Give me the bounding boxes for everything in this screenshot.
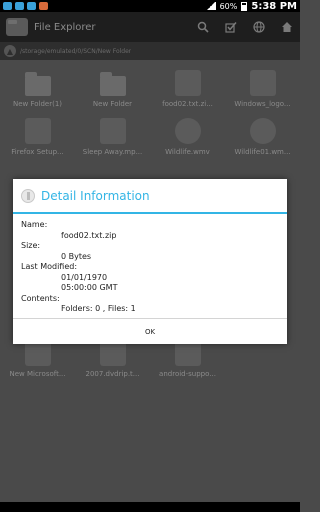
grid-item[interactable]: Wildlife01.wm...: [225, 118, 300, 156]
battery-percent: 60%: [219, 1, 238, 11]
battery-icon: [241, 1, 248, 11]
video-file-icon: [174, 118, 201, 144]
search-icon[interactable]: [196, 20, 210, 34]
navigation-bar: [0, 502, 300, 512]
grid-item-label: Firefox Setup...: [11, 148, 64, 156]
status-bar: 60% 5:38 PM: [0, 0, 300, 12]
folder-icon: [24, 72, 51, 96]
grid-item[interactable]: Sleep Away.mp...: [75, 118, 150, 156]
up-arrow-icon[interactable]: ▲: [4, 45, 16, 57]
grid-item[interactable]: New Folder(1): [0, 70, 75, 108]
signal-icon: [205, 2, 216, 10]
notification-icon: [15, 2, 24, 10]
current-path: /storage/emulated/0/SCN/New Folder: [20, 47, 132, 55]
grid-item[interactable]: New Microsoft...: [0, 340, 75, 378]
music-file-icon: [99, 118, 126, 144]
info-icon: [21, 188, 35, 203]
file-explorer-logo-icon: [6, 18, 28, 36]
size-label: Size:: [21, 241, 41, 250]
dialog-body: Name: food02.txt.zip Size: 0 Bytes Last …: [13, 214, 287, 315]
video-file-icon: [249, 118, 276, 144]
grid-item-label: Wildlife01.wm...: [234, 148, 291, 156]
grid-item-label: food02.txt.zi...: [162, 100, 213, 108]
select-checkbox-icon[interactable]: [224, 20, 238, 34]
name-label: Name:: [21, 220, 48, 229]
contents-label: Contents:: [21, 293, 60, 303]
globe-icon[interactable]: [252, 20, 266, 34]
grid-item-label: Wildlife.wmv: [165, 148, 210, 156]
grid-item-label: Sleep Away.mp...: [82, 148, 143, 156]
grid-item-label: 2007.dvdrip.t...: [85, 370, 140, 378]
name-value: food02.txt.zip: [61, 230, 117, 240]
notification-icon: [3, 2, 12, 10]
installer-file-icon: [24, 118, 51, 144]
grid-item[interactable]: Firefox Setup...: [0, 118, 75, 156]
grid-item[interactable]: Wildlife.wmv: [150, 118, 225, 156]
dialog-footer: OK: [13, 318, 287, 344]
grid-item[interactable]: New Folder: [75, 70, 150, 108]
dialog-header: Detail Information: [13, 179, 287, 214]
last-modified-time: 05:00:00 GMT: [61, 283, 118, 292]
image-file-icon: [249, 70, 276, 96]
folder-icon: [99, 72, 126, 96]
app-title: File Explorer: [34, 21, 96, 33]
zip-file-icon: [174, 70, 201, 96]
dialog-title: Detail Information: [41, 188, 150, 203]
grid-item[interactable]: 2007.dvdrip.t...: [75, 340, 150, 378]
grid-item[interactable]: android-suppo...: [150, 340, 225, 378]
contents-value: Folders: 0 , Files: 1: [61, 304, 136, 313]
last-modified-date: 01/01/1970: [61, 272, 108, 282]
home-icon[interactable]: [280, 20, 294, 34]
path-bar: ▲ /storage/emulated/0/SCN/New Folder: [0, 42, 300, 60]
ok-button[interactable]: OK: [125, 324, 175, 340]
grid-item-label: New Folder(1): [12, 100, 63, 108]
grid-item[interactable]: food02.txt.zi...: [150, 70, 225, 108]
last-modified-label: Last Modified:: [21, 262, 78, 271]
grid-item-label: New Folder: [92, 100, 133, 108]
grid-item-label: android-suppo...: [159, 370, 216, 378]
grid-item[interactable]: Windows_logo...: [225, 70, 300, 108]
app-bar: File Explorer: [0, 12, 300, 42]
size-value: 0 Bytes: [61, 251, 92, 261]
grid-item-label: New Microsoft...: [9, 370, 66, 378]
notification-icon: [39, 2, 48, 10]
clock: 5:38 PM: [251, 0, 297, 12]
notification-icon: [27, 2, 36, 10]
grid-item-label: Windows_logo...: [234, 100, 291, 108]
detail-information-dialog: Detail Information Name: food02.txt.zip …: [13, 179, 287, 344]
